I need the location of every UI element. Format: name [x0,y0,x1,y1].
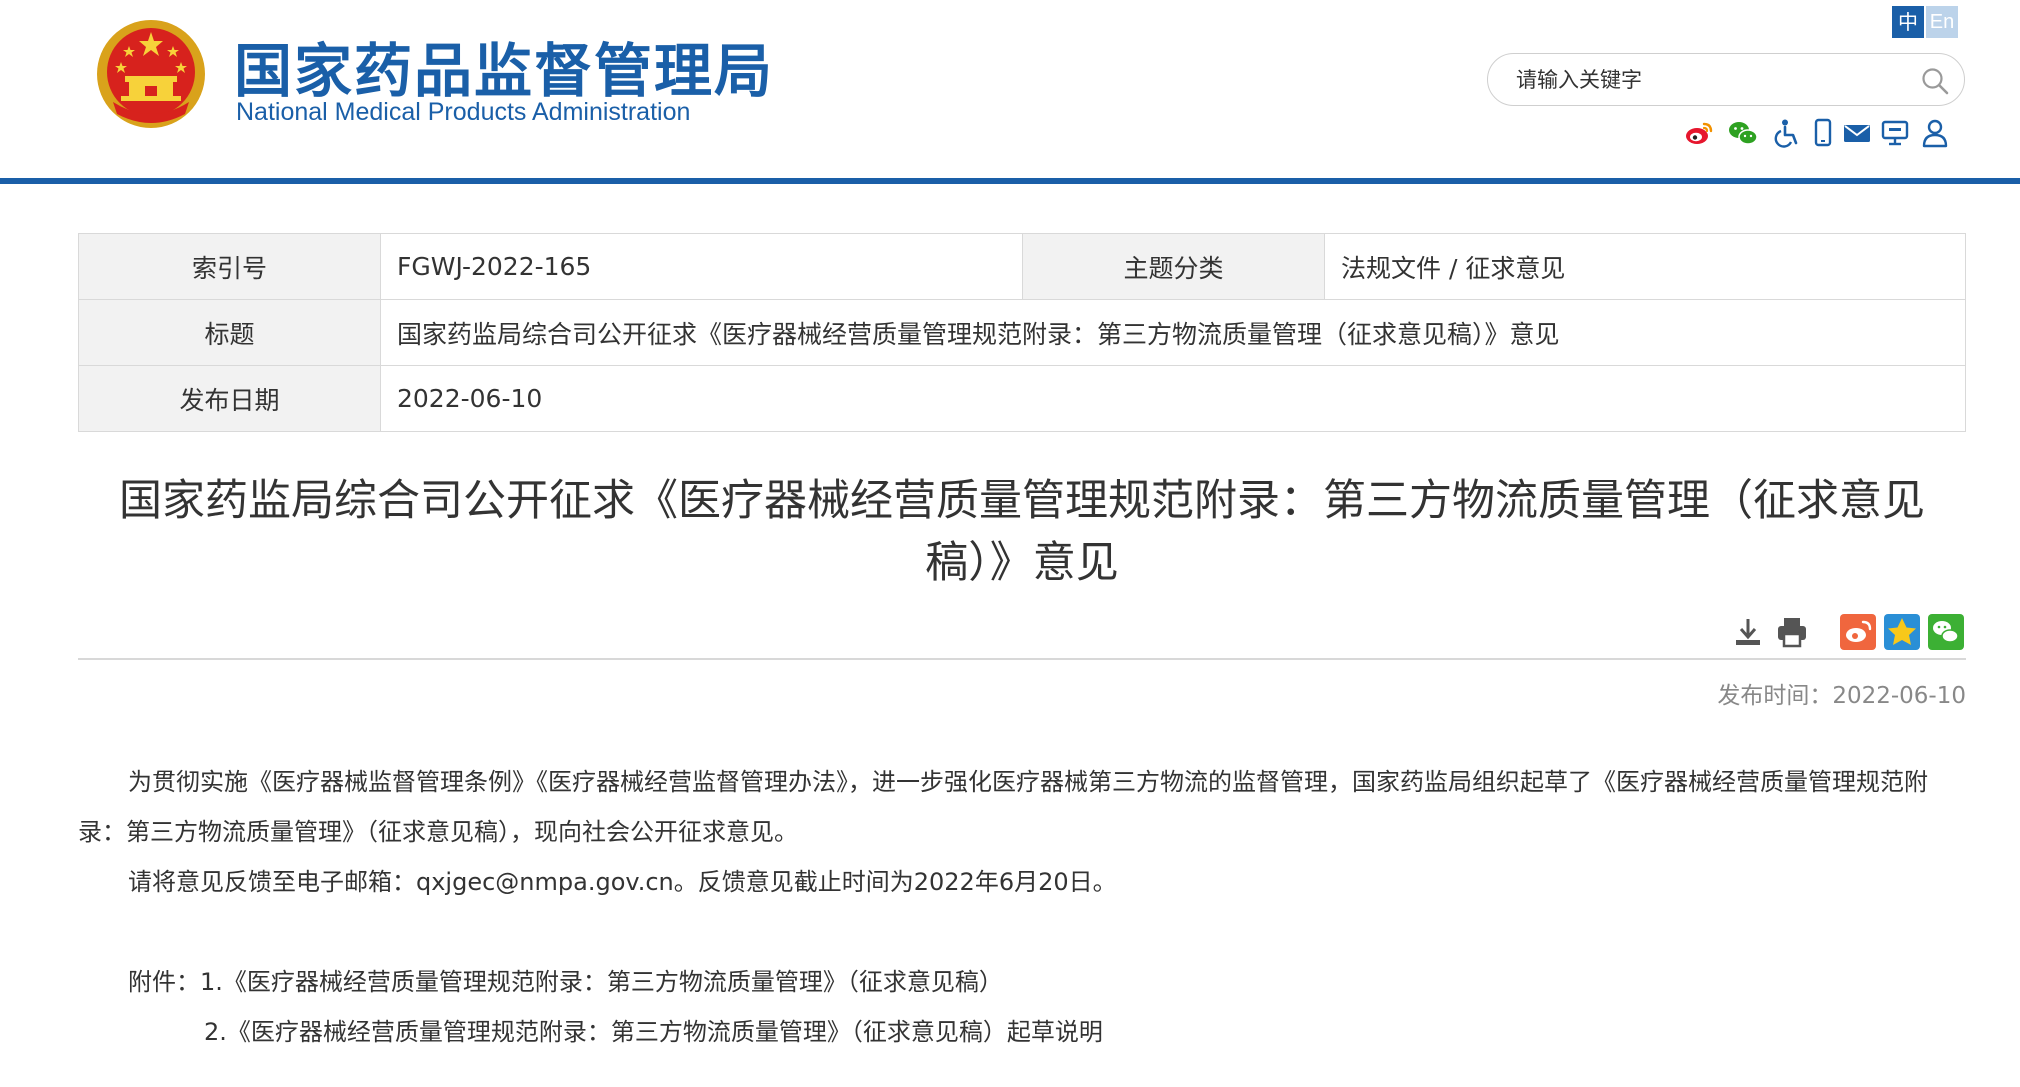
category-label: 主题分类 [1022,233,1325,300]
search-input[interactable] [1516,64,1896,96]
document-info-table: 索引号 FGWJ-2022-165 主题分类 法规文件 / 征求意见 标题 国家… [78,233,1966,432]
monitor-icon[interactable] [1880,118,1910,148]
attachment-1[interactable]: 附件：1.《医疗器械经营质量管理规范附录：第三方物流质量管理》（征求意见稿） [78,957,1966,1007]
title-label: 标题 [78,299,381,366]
paragraph-feedback: 请将意见反馈至电子邮箱：qxjgec@nmpa.gov.cn。反馈意见截止时间为… [128,868,1117,896]
title-value: 国家药监局综合司公开征求《医疗器械经营质量管理规范附录：第三方物流质量管理（征求… [380,299,1966,366]
table-row: 索引号 FGWJ-2022-165 主题分类 法规文件 / 征求意见 [78,233,1966,300]
qzone-share-icon[interactable] [1884,614,1920,650]
attachment-2[interactable]: 2.《医疗器械经营质量管理规范附录：第三方物流质量管理》（征求意见稿）起草说明 [78,1007,1966,1057]
mobile-icon[interactable] [1808,118,1838,148]
accessibility-icon[interactable] [1772,118,1802,148]
search-box [1487,53,1965,106]
header-tool-icons [1684,118,1974,148]
site-name-cn[interactable]: 国家药品监督管理局 [234,24,774,108]
mail-icon[interactable] [1842,118,1872,148]
paragraph-intro: 为贯彻实施《医疗器械监督管理条例》《医疗器械经营监督管理办法》，进一步强化医疗器… [78,768,1928,846]
header-divider-bar [0,178,2020,184]
wechat-share-icon[interactable] [1928,614,1964,650]
lang-chinese-button[interactable]: 中 [1892,6,1924,38]
user-icon[interactable] [1920,118,1950,148]
table-row: 发布日期 2022-06-10 [78,365,1966,432]
article-content: 为贯彻实施《医疗器械监督管理条例》《医疗器械经营监督管理办法》，进一步强化医疗器… [78,757,1966,1057]
table-row: 标题 国家药监局综合司公开征求《医疗器械经营质量管理规范附录：第三方物流质量管理… [78,299,1966,366]
publish-time: 发布时间：2022-06-10 [1717,683,1966,709]
site-header: 国家药品监督管理局 National Medical Products Admi… [0,0,2020,178]
download-icon[interactable] [1730,614,1766,650]
index-value: FGWJ-2022-165 [380,233,1023,300]
national-emblem-logo[interactable] [95,18,207,130]
article-title: 国家药监局综合司公开征求《医疗器械经营质量管理规范附录：第三方物流质量管理（征求… [119,476,1925,588]
date-label: 发布日期 [78,365,381,432]
article-divider [78,658,1966,660]
site-name-en[interactable]: National Medical Products Administration [236,98,690,127]
category-value: 法规文件 / 征求意见 [1324,233,1966,300]
weibo-share-icon[interactable] [1840,614,1876,650]
lang-english-button[interactable]: En [1926,6,1958,38]
date-value: 2022-06-10 [380,365,1966,432]
wechat-icon[interactable] [1728,118,1758,148]
index-label: 索引号 [78,233,381,300]
print-icon[interactable] [1774,614,1810,650]
search-icon[interactable] [1920,66,1950,96]
weibo-icon[interactable] [1684,118,1714,148]
